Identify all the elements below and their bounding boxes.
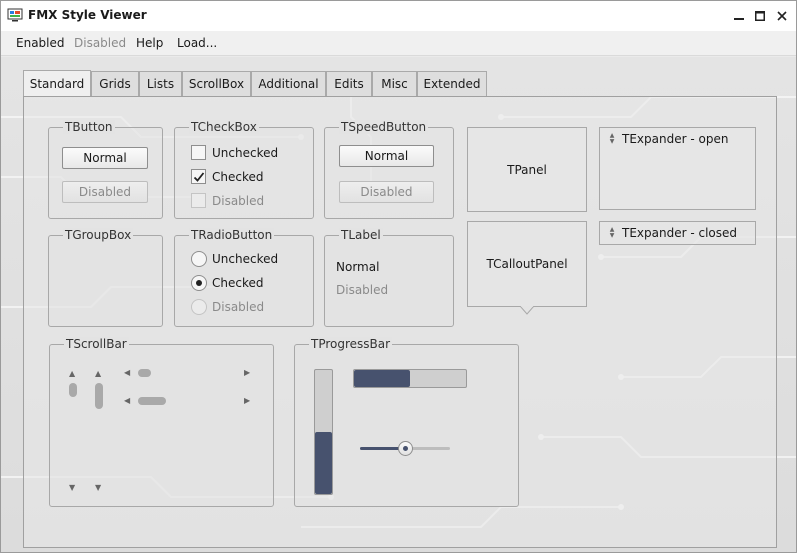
label-disabled: Disabled	[336, 283, 389, 297]
tab-edits[interactable]: Edits	[326, 71, 372, 96]
texpander-closed: ▲ ▼ TExpander - closed	[599, 221, 756, 245]
title-bar: FMX Style Viewer	[1, 1, 796, 31]
client-area: Standard Grids Lists ScrollBox Additiona…	[1, 57, 796, 552]
menu-help[interactable]: Help	[136, 36, 163, 50]
tab-misc[interactable]: Misc	[372, 71, 417, 96]
radio-unchecked[interactable]: Unchecked	[191, 251, 278, 267]
expander-label: TExpander - open	[622, 132, 729, 146]
scroll-up-arrow-icon[interactable]: ▲	[95, 370, 101, 378]
checkbox-checked[interactable]: Checked	[191, 169, 264, 184]
tab-lists[interactable]: Lists	[139, 71, 182, 96]
vertical-progress-fill	[315, 432, 332, 494]
window-title: FMX Style Viewer	[28, 8, 147, 22]
close-button[interactable]	[771, 5, 793, 27]
menu-load[interactable]: Load...	[177, 36, 217, 50]
radio-circle[interactable]	[191, 251, 207, 267]
trackbar-thumb[interactable]	[398, 441, 413, 456]
trackbar-thumb-dot	[403, 446, 408, 451]
texpander-open: ▲ ▼ TExpander - open	[599, 127, 756, 210]
tpanel: TPanel	[467, 127, 587, 212]
tab-grids[interactable]: Grids	[91, 71, 139, 96]
radio-disabled: Disabled	[191, 299, 264, 315]
speed-button-disabled: Disabled	[339, 181, 434, 203]
tgroupbox-caption: TGroupBox	[63, 228, 134, 242]
checkbox-box	[191, 193, 206, 208]
checkbox-label: Disabled	[212, 193, 265, 208]
scroll-right-arrow-icon[interactable]: ▶	[244, 369, 250, 377]
scroll-down-arrow-icon[interactable]: ▼	[95, 484, 101, 492]
expander-header[interactable]: ▲ ▼ TExpander - closed	[600, 222, 737, 244]
menu-enabled[interactable]: Enabled	[16, 36, 65, 50]
tscrollbar-caption: TScrollBar	[64, 337, 129, 351]
minimize-icon	[734, 18, 744, 20]
tab-additional[interactable]: Additional	[251, 71, 326, 96]
checkbox-box[interactable]	[191, 169, 206, 184]
trackbar[interactable]	[360, 441, 450, 456]
app-window: FMX Style Viewer Enabled Disabled Help L…	[0, 0, 797, 553]
tgroupbox-group: TGroupBox	[48, 228, 163, 327]
scroll-down-arrow-icon[interactable]: ▼	[69, 484, 75, 492]
expander-header[interactable]: ▲ ▼ TExpander - open	[600, 128, 729, 150]
tlabel-caption: TLabel	[339, 228, 383, 242]
vertical-progress-bar	[314, 369, 333, 495]
tcalloutpanel-label: TCalloutPanel	[486, 257, 568, 271]
tradiobutton-group: TRadioButton Unchecked Checked Disabled	[174, 228, 314, 327]
menu-bar: Enabled Disabled Help Load...	[1, 31, 796, 56]
maximize-button[interactable]	[749, 5, 771, 27]
menu-disabled: Disabled	[74, 36, 127, 50]
tab-scrollbox[interactable]: ScrollBox	[182, 71, 251, 96]
tcheckbox-group: TCheckBox Unchecked Checked Disabled	[174, 120, 314, 219]
radio-label: Checked	[212, 276, 264, 290]
tprogressbar-group: TProgressBar	[294, 337, 519, 507]
expander-label: TExpander - closed	[622, 226, 738, 240]
tspeedbutton-group: TSpeedButton Normal Disabled	[324, 120, 454, 219]
checkbox-disabled: Disabled	[191, 193, 264, 208]
tab-standard[interactable]: Standard	[23, 70, 91, 96]
tcalloutpanel: TCalloutPanel	[467, 221, 587, 307]
radio-circle	[191, 299, 207, 315]
tlabel-group: TLabel Normal Disabled	[324, 228, 454, 327]
radio-dot	[196, 280, 202, 286]
tprogressbar-caption: TProgressBar	[309, 337, 393, 351]
app-icon	[7, 8, 23, 22]
radio-label: Unchecked	[212, 252, 279, 266]
tbutton-caption: TButton	[63, 120, 115, 134]
tscrollbar-group: TScrollBar ▲ ▼ ▲ ▼ ◀ ▶ ◀ ▶	[49, 337, 274, 507]
close-icon	[777, 11, 787, 21]
normal-button[interactable]: Normal	[62, 147, 148, 169]
scroll-up-arrow-icon[interactable]: ▲	[69, 370, 75, 378]
minimize-button[interactable]	[728, 5, 750, 27]
tspeedbutton-caption: TSpeedButton	[339, 120, 429, 134]
expander-toggle-icon[interactable]: ▲ ▼	[602, 227, 622, 239]
checkmark-icon	[193, 171, 204, 182]
scroll-left-arrow-icon[interactable]: ◀	[124, 397, 130, 405]
checkbox-label: Checked	[212, 169, 264, 184]
maximize-icon	[755, 11, 765, 21]
radio-circle[interactable]	[191, 275, 207, 291]
horizontal-progress-fill	[354, 370, 410, 387]
label-normal: Normal	[336, 260, 380, 274]
checkbox-box[interactable]	[191, 145, 206, 160]
scrollbar-thumb[interactable]	[138, 369, 151, 377]
radio-label: Disabled	[212, 300, 265, 314]
radio-checked[interactable]: Checked	[191, 275, 264, 291]
scroll-left-arrow-icon[interactable]: ◀	[124, 369, 130, 377]
tcheckbox-caption: TCheckBox	[189, 120, 259, 134]
callout-pointer	[520, 306, 534, 315]
tab-extended[interactable]: Extended	[417, 71, 487, 96]
horizontal-progress-bar	[353, 369, 467, 388]
expander-toggle-icon[interactable]: ▲ ▼	[602, 133, 622, 145]
tab-page-standard: TButton Normal Disabled TCheckBox Unchec…	[23, 96, 777, 548]
tradiobutton-caption: TRadioButton	[189, 228, 275, 242]
checkbox-label: Unchecked	[212, 145, 279, 160]
scrollbar-thumb[interactable]	[138, 397, 166, 405]
scroll-right-arrow-icon[interactable]: ▶	[244, 397, 250, 405]
scrollbar-thumb[interactable]	[95, 383, 103, 409]
tpanel-label: TPanel	[507, 162, 547, 177]
tbutton-group: TButton Normal Disabled	[48, 120, 163, 219]
checkbox-unchecked[interactable]: Unchecked	[191, 145, 278, 160]
disabled-button: Disabled	[62, 181, 148, 203]
speed-button-normal[interactable]: Normal	[339, 145, 434, 167]
scrollbar-thumb[interactable]	[69, 383, 77, 397]
